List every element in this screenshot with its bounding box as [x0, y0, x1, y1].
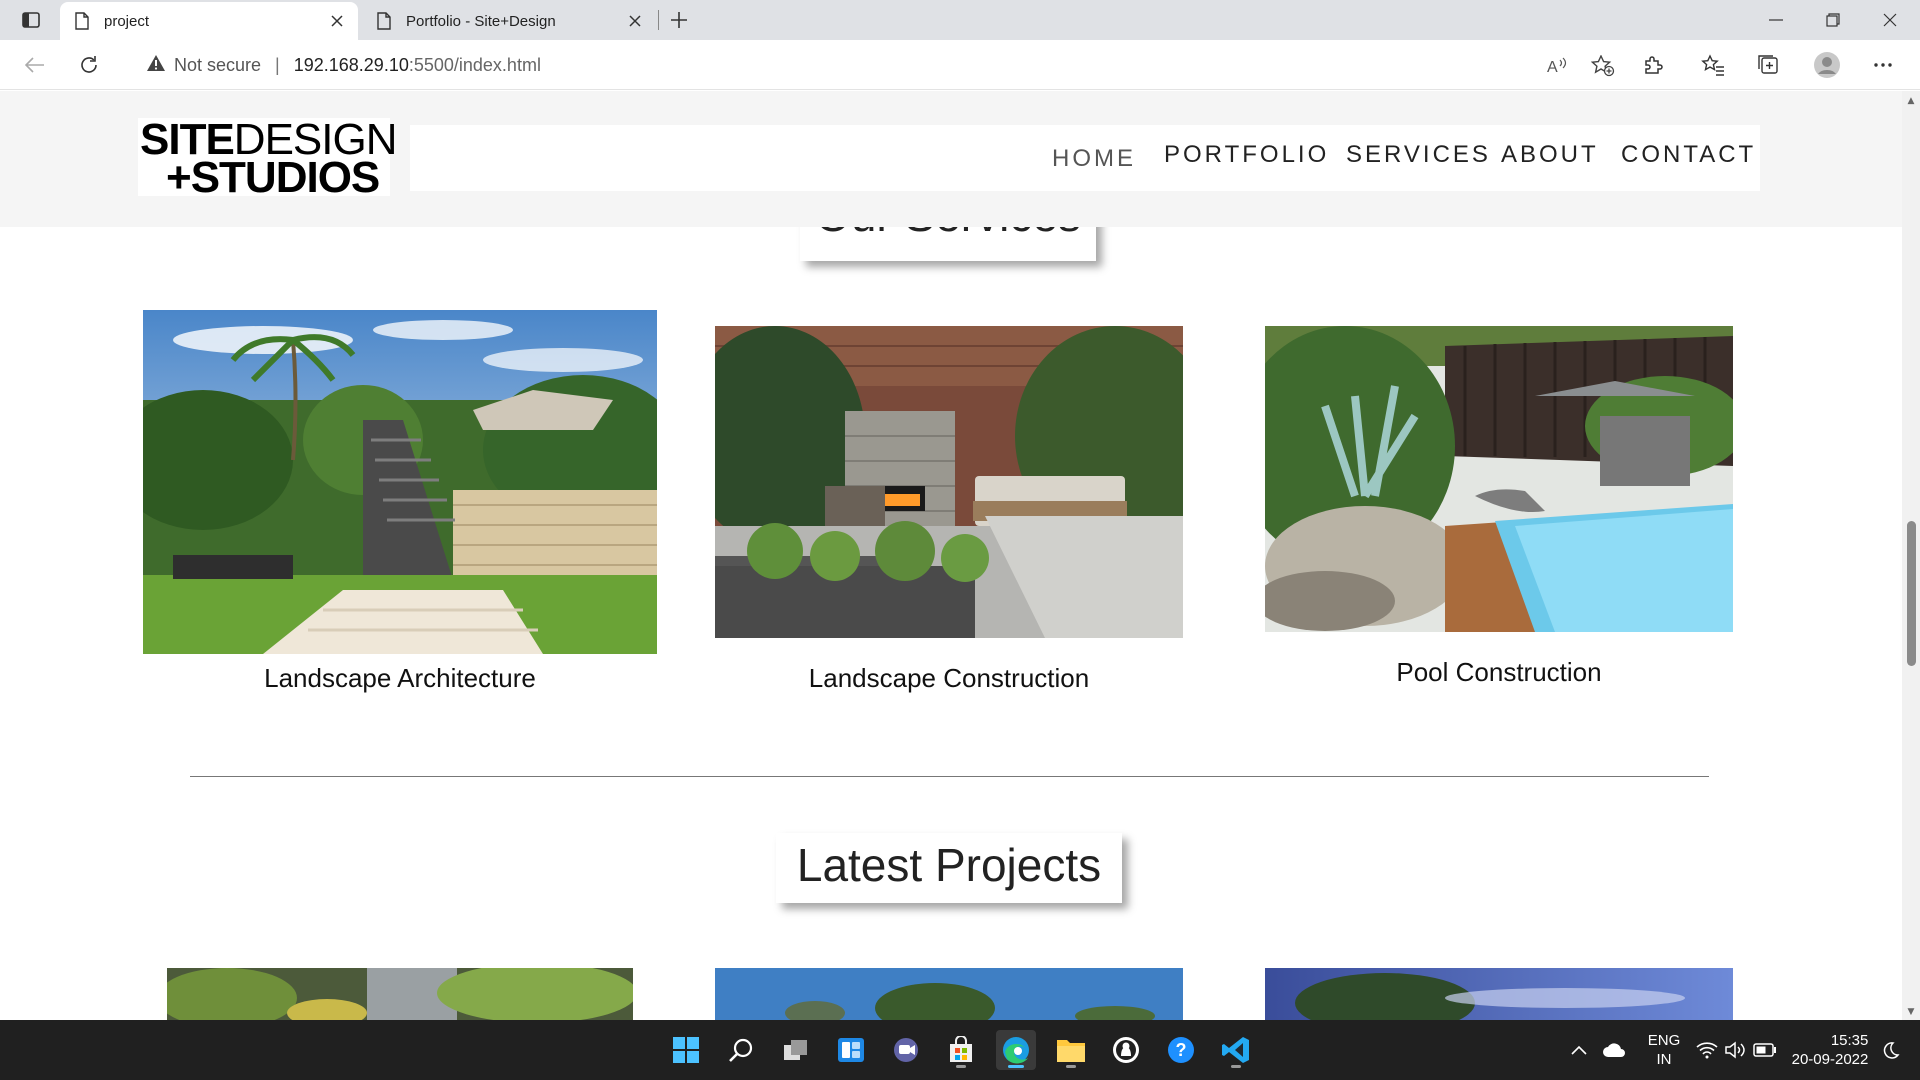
page-icon [376, 12, 394, 30]
service-caption: Landscape Architecture [264, 663, 536, 693]
page-viewport: Our Services SITEDESIGN +STUDIOS HOME PO… [0, 91, 1902, 1020]
vscode-icon[interactable] [1216, 1030, 1256, 1070]
project-thumbnail[interactable] [1265, 968, 1733, 1020]
favorites-icon[interactable] [1694, 46, 1732, 84]
project-thumbnail[interactable] [715, 968, 1183, 1020]
help-icon[interactable]: ? [1161, 1030, 1201, 1070]
svg-text:A: A [1547, 59, 1558, 76]
site-header: SITEDESIGN +STUDIOS HOME PORTFOLIO SERVI… [0, 91, 1902, 227]
main-nav: HOME PORTFOLIO SERVICES ABOUT CONTACT [410, 125, 1760, 191]
security-label[interactable]: Not secure [174, 55, 261, 76]
nav-contact[interactable]: CONTACT [1621, 141, 1756, 169]
svg-text:?: ? [1176, 1040, 1187, 1060]
nav-portfolio[interactable]: PORTFOLIO [1164, 141, 1329, 169]
active-indicator [1008, 1065, 1024, 1068]
address-divider: | [275, 54, 280, 75]
add-favorite-icon[interactable] [1586, 51, 1620, 81]
task-view-icon[interactable] [776, 1030, 816, 1070]
search-icon[interactable] [721, 1030, 761, 1070]
url-path: :5500/index.html [408, 54, 541, 75]
page-icon [74, 12, 92, 30]
restore-button[interactable] [1805, 0, 1861, 40]
onedrive-icon[interactable] [1598, 1020, 1630, 1080]
close-window-button[interactable] [1862, 0, 1918, 40]
chevron-up-icon[interactable] [1566, 1020, 1592, 1080]
volume-icon[interactable] [1722, 1020, 1748, 1080]
language-label: ENG [1647, 1032, 1681, 1049]
service-caption: Landscape Construction [808, 663, 1090, 693]
more-menu-icon[interactable] [1864, 46, 1902, 84]
project-thumbnail[interactable] [167, 968, 633, 1020]
profile-avatar[interactable] [1808, 46, 1846, 84]
refresh-icon[interactable] [70, 46, 108, 84]
running-indicator [1066, 1065, 1076, 1068]
clock-time: 15:35 [1830, 1032, 1869, 1049]
file-explorer-icon[interactable] [1051, 1030, 1091, 1070]
running-indicator [1231, 1065, 1241, 1068]
browser-toolbar: Not secure | 192.168.29.10:5500/index.ht… [0, 40, 1920, 90]
landscape-architecture-image[interactable] [143, 310, 657, 654]
github-desktop-icon[interactable] [1106, 1030, 1146, 1070]
browser-tab-strip: project Portfolio - Site+Design [0, 0, 1920, 40]
close-tab-icon[interactable] [322, 6, 352, 36]
running-indicator [956, 1065, 966, 1068]
language-indicator[interactable]: ENG IN [1636, 1020, 1692, 1080]
scroll-up-arrow-icon[interactable]: ▲ [1905, 95, 1917, 107]
scroll-down-arrow-icon[interactable]: ▼ [1905, 1006, 1917, 1018]
teams-chat-icon[interactable] [886, 1030, 926, 1070]
section-divider [190, 776, 1709, 777]
battery-icon[interactable] [1750, 1020, 1780, 1080]
address-bar[interactable]: Not secure | 192.168.29.10:5500/index.ht… [124, 45, 1624, 85]
tab-divider [658, 10, 659, 30]
tab-title: project [104, 12, 150, 30]
region-label: IN [1656, 1051, 1672, 1068]
tab-portfolio[interactable]: Portfolio - Site+Design [362, 2, 656, 40]
page-scrollbar[interactable]: ▲ ▼ [1902, 91, 1920, 1020]
start-icon[interactable] [666, 1030, 706, 1070]
back-arrow-icon[interactable] [16, 46, 54, 84]
pool-construction-image[interactable] [1265, 326, 1733, 632]
extensions-icon[interactable] [1634, 46, 1672, 84]
tab-title: Portfolio - Site+Design [406, 12, 556, 30]
scrollbar-thumb[interactable] [1907, 521, 1916, 666]
nav-services[interactable]: SERVICES [1346, 141, 1491, 169]
edge-browser-icon[interactable] [996, 1030, 1036, 1070]
new-tab-button[interactable] [662, 4, 696, 36]
widgets-icon[interactable] [831, 1030, 871, 1070]
collections-icon[interactable] [1750, 46, 1788, 84]
tab-project[interactable]: project [60, 2, 358, 40]
projects-section-title: Latest Projects [776, 833, 1122, 903]
warning-icon[interactable] [146, 54, 166, 77]
landscape-construction-image[interactable] [715, 326, 1183, 638]
logo-text-studios: +STUDIOS [166, 153, 380, 202]
url-host: 192.168.29.10 [293, 54, 409, 75]
clock-date: 20-09-2022 [1791, 1051, 1869, 1068]
focus-assist-icon[interactable] [1876, 1020, 1906, 1080]
tab-actions-icon[interactable] [14, 8, 48, 32]
minimize-button[interactable] [1748, 0, 1804, 40]
close-tab-icon[interactable] [620, 6, 650, 36]
site-logo[interactable]: SITEDESIGN +STUDIOS [138, 118, 397, 200]
wifi-icon[interactable] [1694, 1020, 1720, 1080]
taskbar: ? ENG IN 15:35 20-09-2022 [0, 1020, 1920, 1080]
nav-home[interactable]: HOME [1052, 145, 1136, 173]
store-icon[interactable] [941, 1030, 981, 1070]
clock[interactable]: 15:35 20-09-2022 [1784, 1020, 1876, 1080]
service-caption: Pool Construction [1396, 657, 1602, 687]
read-aloud-icon[interactable]: A [1540, 51, 1574, 81]
nav-about[interactable]: ABOUT [1501, 141, 1599, 169]
